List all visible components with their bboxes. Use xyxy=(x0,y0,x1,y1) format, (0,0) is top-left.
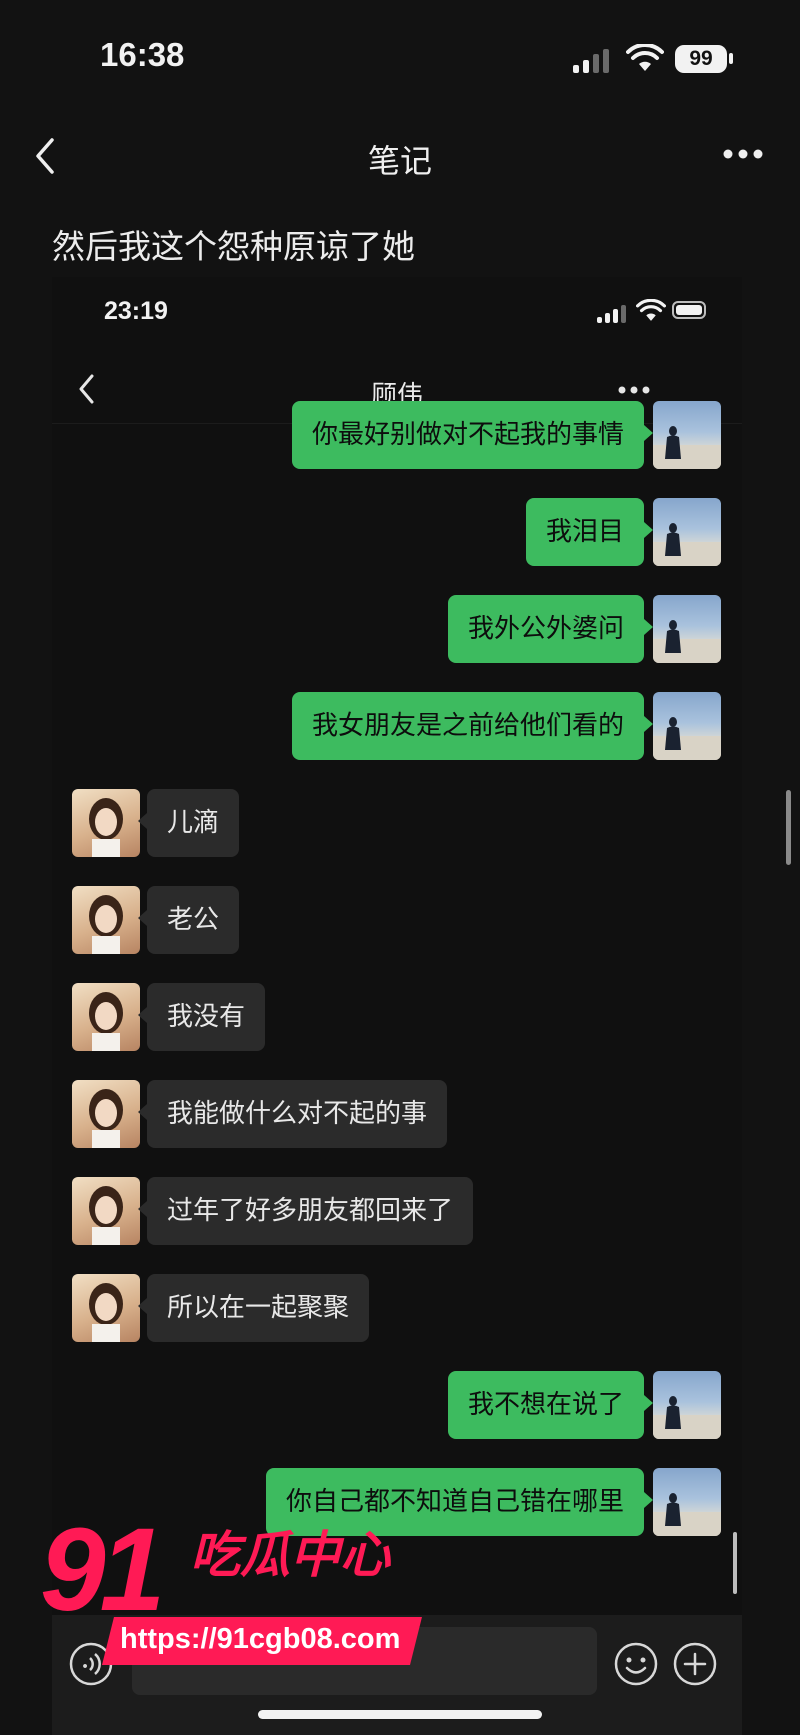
chat-scrollbar[interactable] xyxy=(733,1532,737,1594)
self-avatar[interactable] xyxy=(653,1468,721,1536)
more-icon[interactable] xyxy=(722,148,764,160)
contact-avatar[interactable] xyxy=(72,983,140,1051)
contact-avatar[interactable] xyxy=(72,1274,140,1342)
bubble-tail xyxy=(138,1201,147,1217)
received-message[interactable]: 我能做什么对不起的事 xyxy=(147,1080,448,1148)
received-message[interactable]: 儿滴 xyxy=(147,789,240,857)
contact-avatar[interactable] xyxy=(72,789,140,857)
received-message[interactable]: 我没有 xyxy=(147,983,266,1051)
received-message[interactable]: 过年了好多朋友都回来了 xyxy=(147,1177,474,1245)
watermark-url: https://91cgb08.com xyxy=(120,1623,401,1655)
sent-message[interactable]: 我女朋友是之前给他们看的 xyxy=(291,692,644,760)
bubble-tail xyxy=(644,716,653,732)
signal-icon xyxy=(573,49,609,73)
emoji-icon[interactable] xyxy=(613,1641,659,1687)
sent-message[interactable]: 你最好别做对不起我的事情 xyxy=(291,401,644,469)
bubble-tail xyxy=(138,813,147,829)
bubble-tail xyxy=(644,425,653,441)
self-avatar[interactable] xyxy=(653,1371,721,1439)
wifi-icon xyxy=(626,44,664,71)
self-avatar[interactable] xyxy=(653,401,721,469)
sent-message[interactable]: 我外公外婆问 xyxy=(447,595,644,663)
embedded-signal-icon xyxy=(597,305,626,323)
page-scrollbar[interactable] xyxy=(786,790,791,865)
bubble-tail xyxy=(138,1104,147,1120)
self-avatar[interactable] xyxy=(653,692,721,760)
note-caption: 然后我这个怨种原谅了她 xyxy=(52,227,415,266)
sent-message[interactable]: 我泪目 xyxy=(525,498,644,566)
bubble-tail xyxy=(138,1007,147,1023)
sent-message[interactable]: 我不想在说了 xyxy=(447,1371,644,1439)
battery-indicator: 99 xyxy=(675,45,727,73)
watermark-text: 吃瓜中心 xyxy=(190,1526,390,1584)
bubble-tail xyxy=(644,522,653,538)
battery-tip xyxy=(729,53,733,64)
received-message[interactable]: 所以在一起聚聚 xyxy=(147,1274,370,1342)
embedded-wifi-icon xyxy=(636,299,666,321)
bubble-tail xyxy=(644,1492,653,1508)
embedded-more-icon[interactable] xyxy=(618,385,650,395)
home-indicator[interactable] xyxy=(258,1710,542,1719)
bubble-tail xyxy=(644,619,653,635)
embedded-battery-icon xyxy=(672,301,706,319)
status-time: 16:38 xyxy=(100,36,185,73)
bubble-tail xyxy=(138,1298,147,1314)
contact-avatar[interactable] xyxy=(72,1177,140,1245)
page-title: 笔记 xyxy=(367,142,432,180)
contact-avatar[interactable] xyxy=(72,1080,140,1148)
bubble-tail xyxy=(644,1395,653,1411)
self-avatar[interactable] xyxy=(653,498,721,566)
contact-avatar[interactable] xyxy=(72,886,140,954)
add-icon[interactable] xyxy=(672,1641,718,1687)
embedded-status-time: 23:19 xyxy=(104,297,168,325)
received-message[interactable]: 老公 xyxy=(147,886,240,954)
bubble-tail xyxy=(138,910,147,926)
self-avatar[interactable] xyxy=(653,595,721,663)
